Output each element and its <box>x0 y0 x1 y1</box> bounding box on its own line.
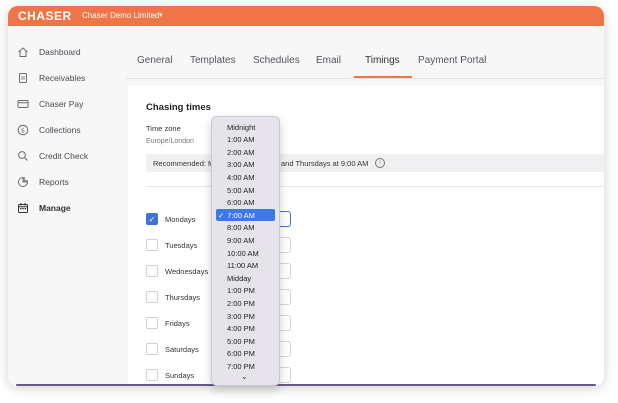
timezone-value[interactable]: Europe/London <box>146 138 194 145</box>
checkbox-saturdays[interactable] <box>146 343 158 355</box>
top-bar: CHASER Chaser Demo Limited ▾ <box>8 6 604 26</box>
time-dropdown[interactable]: Midnight 1:00 AM 2:00 AM 3:00 AM 4:00 AM… <box>211 116 280 386</box>
day-label: Saturdays <box>165 344 199 354</box>
document-icon <box>16 71 30 85</box>
sidebar-item-label: Collections <box>39 125 81 135</box>
checkbox-tuesdays[interactable] <box>146 239 158 251</box>
organization-switcher[interactable]: Chaser Demo Limited <box>82 11 159 20</box>
day-row-thursdays[interactable]: Thursdays <box>146 290 200 304</box>
checkbox-fridays[interactable] <box>146 317 158 329</box>
sidebar-item-receivables[interactable]: Receivables <box>16 69 121 87</box>
sidebar-item-label: Receivables <box>39 73 86 83</box>
settings-tabs: General Templates Schedules Email Timing… <box>126 26 604 79</box>
time-option[interactable]: 1:00 PM <box>216 285 275 297</box>
day-row-tuesdays[interactable]: Tuesdays <box>146 238 197 252</box>
time-option[interactable]: 2:00 AM <box>216 146 275 158</box>
sidebar-item-label: Dashboard <box>39 47 81 57</box>
day-row-mondays[interactable]: ✓ Mondays <box>146 212 195 226</box>
calendar-icon <box>16 201 30 215</box>
sidebar-item-label: Credit Check <box>39 151 89 161</box>
tab-templates[interactable]: Templates <box>190 55 236 66</box>
tab-payment-portal[interactable]: Payment Portal <box>418 55 486 66</box>
day-row-saturdays[interactable]: Saturdays <box>146 342 199 356</box>
time-option[interactable]: Midday <box>216 272 275 284</box>
sidebar-item-chaser-pay[interactable]: Chaser Pay <box>16 95 121 113</box>
selected-option-label: 7:00 AM <box>227 210 255 220</box>
svg-text:$: $ <box>21 126 25 134</box>
search-icon <box>16 149 30 163</box>
day-label: Tuesdays <box>165 240 198 250</box>
time-option[interactable]: 5:00 PM <box>216 335 275 347</box>
sidebar-item-manage[interactable]: Manage <box>16 199 121 217</box>
sidebar-item-label: Reports <box>39 177 69 187</box>
sidebar-item-dashboard[interactable]: Dashboard <box>16 43 121 61</box>
section-title: Chasing times <box>146 102 211 113</box>
time-option[interactable]: 4:00 AM <box>216 171 275 183</box>
checkbox-thursdays[interactable] <box>146 291 158 303</box>
sidebar-item-credit-check[interactable]: Credit Check <box>16 147 121 165</box>
tab-general[interactable]: General <box>137 55 173 66</box>
time-option[interactable]: 10:00 AM <box>216 247 275 259</box>
checkbox-sundays[interactable] <box>146 369 158 381</box>
time-option[interactable]: 8:00 AM <box>216 222 275 234</box>
sidebar-item-label: Chaser Pay <box>39 99 84 109</box>
time-option[interactable]: Midnight <box>216 121 275 133</box>
tab-schedules[interactable]: Schedules <box>253 55 300 66</box>
time-option-selected[interactable]: ✓ 7:00 AM <box>216 209 275 222</box>
chevron-down-icon[interactable]: ▾ <box>159 11 163 19</box>
day-label: Mondays <box>165 214 196 224</box>
sidebar-item-collections[interactable]: $ Collections <box>16 121 121 139</box>
time-option[interactable]: 7:00 PM <box>216 360 275 372</box>
checkbox-mondays[interactable]: ✓ <box>146 213 158 225</box>
sidebar-item-reports[interactable]: Reports <box>16 173 121 191</box>
time-option[interactable]: 5:00 AM <box>216 184 275 196</box>
scroll-more-icon[interactable]: ⌄ <box>241 372 248 381</box>
day-row-fridays[interactable]: Fridays <box>146 316 190 330</box>
tab-timings[interactable]: Timings <box>365 55 400 66</box>
time-option[interactable]: 2:00 PM <box>216 297 275 309</box>
time-option[interactable]: 4:00 PM <box>216 323 275 335</box>
time-option[interactable]: 11:00 AM <box>216 260 275 272</box>
bottom-accent-line <box>16 384 596 386</box>
tab-email[interactable]: Email <box>316 55 341 66</box>
active-tab-indicator <box>354 76 412 78</box>
recommended-text-end: and Thursdays at 9:00 AM <box>281 158 369 168</box>
home-icon <box>16 45 30 59</box>
time-option[interactable]: 9:00 AM <box>216 234 275 246</box>
dollar-circle-icon: $ <box>16 123 30 137</box>
time-option[interactable]: 6:00 PM <box>216 348 275 360</box>
time-option[interactable]: 6:00 AM <box>216 197 275 209</box>
sidebar: Dashboard Receivables Chaser Pay $ Colle… <box>8 26 126 386</box>
day-label: Sundays <box>165 370 195 380</box>
day-label: Thursdays <box>165 292 201 302</box>
time-option[interactable]: 3:00 AM <box>216 159 275 171</box>
day-row-wednesdays[interactable]: Wednesdays <box>146 264 208 278</box>
time-option[interactable]: 3:00 PM <box>216 310 275 322</box>
checkbox-wednesdays[interactable] <box>146 265 158 277</box>
time-option[interactable]: 1:00 AM <box>216 134 275 146</box>
sidebar-item-label: Manage <box>39 203 71 213</box>
info-icon[interactable]: i <box>375 158 385 168</box>
day-label: Fridays <box>165 318 190 328</box>
chaser-logo[interactable]: CHASER <box>18 9 72 23</box>
day-row-sundays[interactable]: Sundays <box>146 368 194 382</box>
app-window: CHASER Chaser Demo Limited ▾ Dashboard R… <box>8 6 604 386</box>
timings-card: Chasing times Time zone Europe/London Re… <box>128 86 604 386</box>
check-icon: ✓ <box>218 210 225 220</box>
timezone-label: Time zone <box>146 124 181 133</box>
day-label: Wednesdays <box>165 266 209 276</box>
card-icon <box>16 97 30 111</box>
recommended-text-start: Recommended: M <box>153 158 215 168</box>
pie-chart-icon <box>16 175 30 189</box>
